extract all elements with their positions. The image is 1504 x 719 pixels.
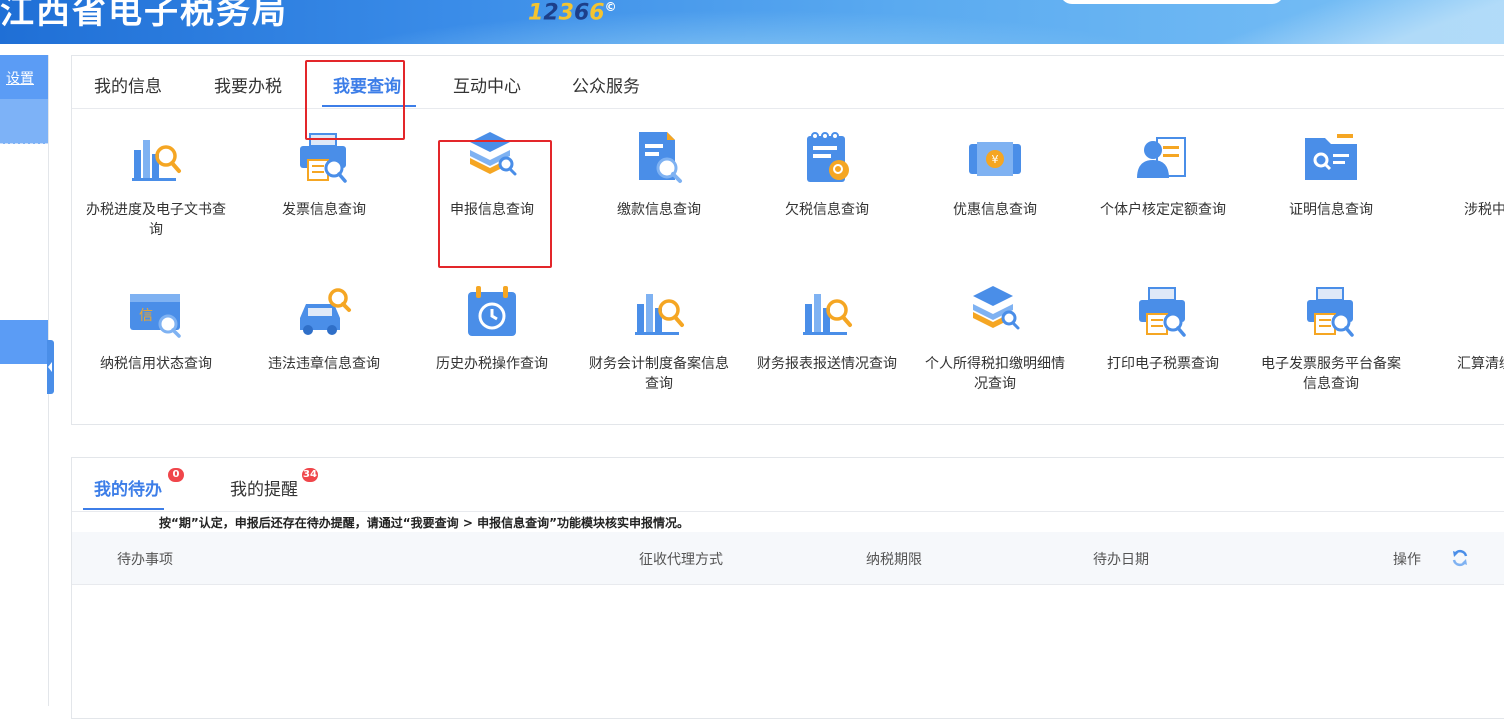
hotline-digit: 6 (573, 0, 590, 26)
layers-search-icon (973, 286, 1020, 330)
query-item-accounting-filing[interactable]: 财务会计制度备案信息查询 (589, 282, 729, 394)
tab-interaction-center[interactable]: 互动中心 (453, 72, 521, 97)
query-item-financial-report[interactable]: 财务报表报送情况查询 (757, 282, 897, 374)
query-item-settlement[interactable]: 汇算清缴查询 (1429, 282, 1504, 374)
query-item-label: 财务报表报送情况查询 (757, 356, 897, 372)
tab-my-todo[interactable]: 我的待办 (94, 475, 162, 500)
query-item-label: 申报信息查询 (450, 202, 534, 218)
column-tax-deadline: 纳税期限 (866, 552, 922, 568)
query-item-preferential[interactable]: ¥ 优惠信息查询 (925, 128, 1065, 220)
site-title: 江西省电子税务局 (0, 0, 288, 32)
query-item-label: 违法违章信息查询 (268, 356, 380, 372)
header-search-input[interactable] (1060, 0, 1284, 4)
banner-mountain-decoration (300, 10, 1200, 44)
person-card-icon (1137, 137, 1186, 178)
todo-tab-bar: 我的待办 0 我的提醒 34 (72, 458, 1504, 512)
todo-panel: 我的待办 0 我的提醒 34 按“期”认定，申报后还存在待办提醒，请通过“我要查… (71, 457, 1504, 719)
svg-text:¥: ¥ (992, 153, 999, 166)
query-item-tax-agent[interactable]: 涉税中介信 (1429, 128, 1504, 220)
query-item-label: 历史办税操作查询 (436, 356, 548, 372)
layers-search-icon (470, 132, 517, 176)
active-todo-tab-indicator (83, 508, 164, 510)
reminder-count-badge: 34 (302, 468, 318, 482)
calendar-history-icon (468, 286, 516, 336)
query-item-label: 欠税信息查询 (785, 202, 869, 218)
sidebar-settings-link[interactable]: 设置 (6, 68, 34, 88)
query-item-label: 汇算清缴查询 (1457, 356, 1504, 372)
hotline-mark: © (604, 0, 617, 14)
sidebar-collapse-handle[interactable] (47, 340, 54, 394)
query-item-individual-quota[interactable]: 个体户核定定额查询 (1093, 128, 1233, 220)
printer-invoice-icon (300, 133, 347, 183)
query-item-label: 打印电子税票查询 (1107, 356, 1219, 372)
column-operation: 操作 (1393, 552, 1421, 568)
refresh-icon[interactable] (1450, 548, 1470, 568)
banner-greatwall-decoration (1200, 0, 1504, 44)
query-item-einvoice-filing[interactable]: 电子发票服务平台备案信息查询 (1261, 282, 1401, 394)
credit-card-search-icon: 信 (130, 294, 181, 338)
car-search-icon (300, 288, 351, 335)
query-item-label: 涉税中介信 (1464, 202, 1504, 218)
query-item-iit-withholding[interactable]: 个人所得税扣缴明细情况查询 (925, 282, 1065, 394)
hotline-digit: 6 (589, 0, 605, 26)
printer-invoice-icon (1469, 282, 1504, 342)
sidebar-settings[interactable]: 设置 (0, 55, 48, 144)
tab-my-info[interactable]: 我的信息 (94, 72, 162, 97)
tab-do-tax[interactable]: 我要办税 (214, 72, 282, 97)
column-todo-item: 待办事项 (117, 552, 173, 568)
query-item-progress-documents[interactable]: 办税进度及电子文书查询 (86, 128, 226, 240)
printer-invoice-icon (1307, 287, 1354, 337)
printer-invoice-icon (1139, 287, 1186, 337)
query-item-tax-arrears[interactable]: 欠税信息查询 (757, 128, 897, 220)
query-item-label: 个体户核定定额查询 (1100, 202, 1226, 218)
query-item-history[interactable]: 历史办税操作查询 (422, 282, 562, 374)
building-icon (1469, 128, 1504, 188)
folder-search-icon (1305, 134, 1357, 180)
query-item-violation[interactable]: 违法违章信息查询 (254, 282, 394, 374)
query-item-payment[interactable]: 缴款信息查询 (589, 128, 729, 220)
chart-search-icon (132, 140, 181, 181)
query-item-print-tax-receipt[interactable]: 打印电子税票查询 (1093, 282, 1233, 374)
query-item-credit-status[interactable]: 信 纳税信用状态查询 (86, 282, 226, 374)
query-item-declaration[interactable]: 申报信息查询 (422, 128, 562, 220)
chart-search-icon (803, 294, 852, 335)
tab-public-service[interactable]: 公众服务 (572, 72, 640, 97)
hotline-digit: 3 (558, 0, 574, 26)
sidebar-item-block[interactable] (0, 320, 48, 364)
todo-table-header: 待办事项 征收代理方式 纳税期限 待办日期 操作 (72, 532, 1504, 585)
query-panel: 我的信息 我要办税 我要查询 互动中心 公众服务 办税进度及电子文书查询 发票信… (71, 55, 1504, 425)
query-item-label: 发票信息查询 (282, 202, 366, 218)
hotline-logo: 12366© (528, 0, 617, 25)
query-item-label: 办税进度及电子文书查询 (86, 202, 226, 238)
query-item-label: 证明信息查询 (1289, 202, 1373, 218)
declaration-notice: 按“期”认定，申报后还存在待办提醒，请通过“我要查询 > 申报信息查询”功能模块… (159, 516, 689, 530)
svg-text:信: 信 (139, 308, 153, 324)
query-item-label: 电子发票服务平台备案信息查询 (1261, 356, 1401, 392)
notepad-search-icon (807, 132, 849, 182)
column-todo-date: 待办日期 (1093, 552, 1149, 568)
query-item-certificate[interactable]: 证明信息查询 (1261, 128, 1401, 220)
query-item-label: 个人所得税扣缴明细情况查询 (925, 356, 1065, 392)
left-sidebar: 设置 (0, 55, 49, 706)
query-item-label: 财务会计制度备案信息查询 (589, 356, 729, 392)
tab-my-reminders[interactable]: 我的提醒 (230, 475, 298, 500)
todo-count-badge: 0 (168, 468, 184, 482)
tab-query[interactable]: 我要查询 (333, 72, 401, 97)
query-item-label: 缴款信息查询 (617, 202, 701, 218)
query-item-invoice[interactable]: 发票信息查询 (254, 128, 394, 220)
query-item-label: 优惠信息查询 (953, 202, 1037, 218)
hotline-digit: 2 (543, 0, 559, 26)
chart-search-icon (635, 294, 684, 335)
ticket-yen-icon: ¥ (969, 142, 1021, 176)
hotline-digit: 1 (528, 0, 544, 26)
sidebar-settings-sub[interactable] (0, 99, 48, 144)
active-tab-indicator (322, 105, 416, 107)
header-banner: 江西省电子税务局 12366© (0, 0, 1504, 44)
query-item-label: 纳税信用状态查询 (100, 356, 212, 372)
main-tab-bar: 我的信息 我要办税 我要查询 互动中心 公众服务 (72, 56, 1504, 109)
column-collection-method: 征收代理方式 (639, 552, 723, 568)
document-search-icon (639, 132, 682, 183)
